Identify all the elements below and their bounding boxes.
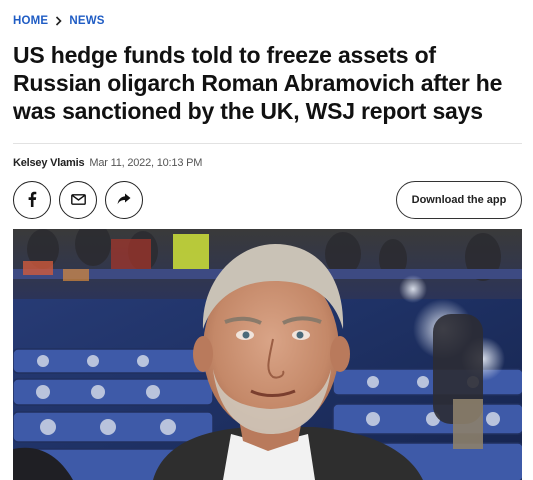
breadcrumb-news-link[interactable]: NEWS <box>69 15 104 27</box>
share-facebook-button[interactable] <box>13 181 51 219</box>
mail-icon <box>70 193 86 208</box>
hero-photo <box>13 229 522 480</box>
divider <box>13 143 522 144</box>
breadcrumb-home-link[interactable]: HOME <box>13 15 48 27</box>
facebook-icon <box>27 191 37 210</box>
share-email-button[interactable] <box>59 181 97 219</box>
publish-date: Mar 11, 2022, 10:13 PM <box>89 157 203 169</box>
share-arrow-icon <box>117 193 131 208</box>
author-name[interactable]: Kelsey Vlamis <box>13 157 85 169</box>
article-headline: US hedge funds told to freeze assets of … <box>13 42 503 124</box>
chevron-right-icon <box>55 16 62 26</box>
byline: Kelsey Vlamis Mar 11, 2022, 10:13 PM <box>13 157 202 169</box>
hero-image <box>13 229 522 480</box>
share-forward-button[interactable] <box>105 181 143 219</box>
breadcrumb: HOME NEWS <box>13 15 105 27</box>
download-app-button[interactable]: Download the app <box>396 181 522 219</box>
